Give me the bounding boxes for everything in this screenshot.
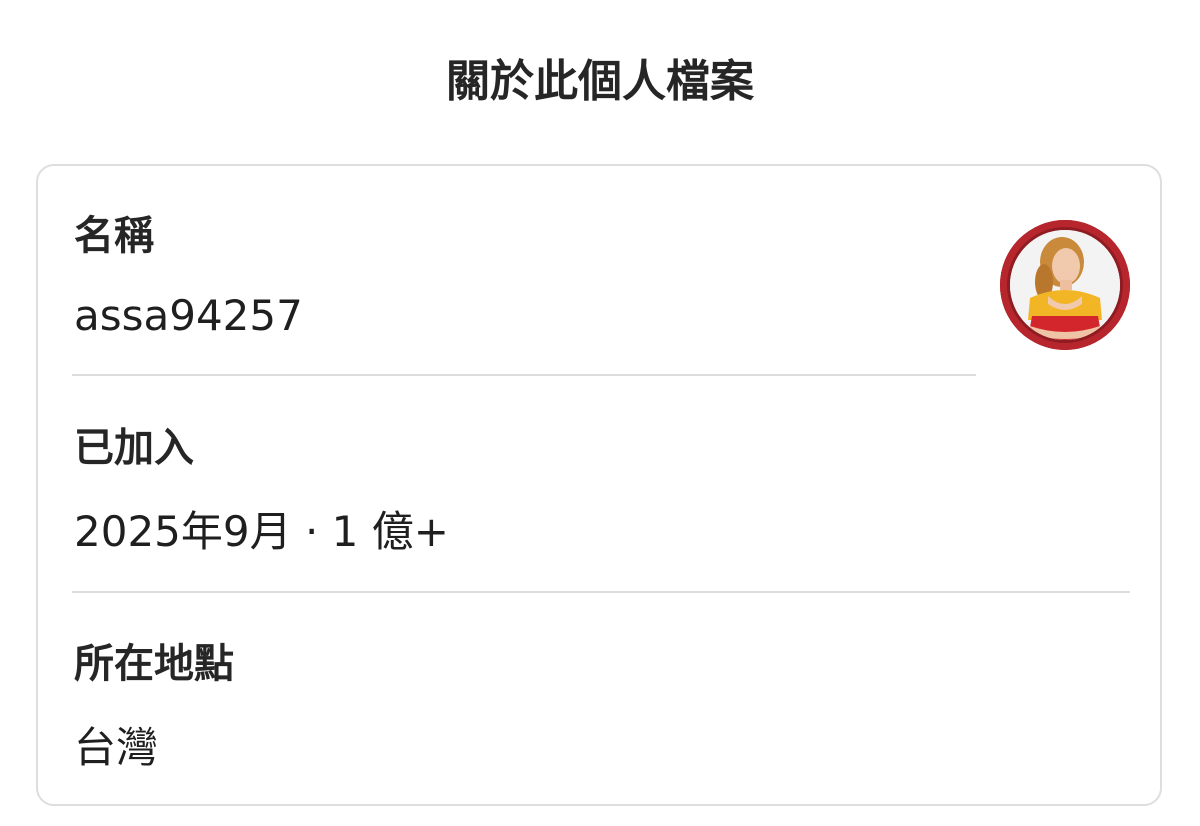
profile-avatar[interactable] <box>1000 220 1130 350</box>
name-value: assa94257 <box>74 291 303 340</box>
divider <box>72 591 1130 593</box>
location-value: 台灣 <box>74 723 159 772</box>
divider <box>72 374 976 376</box>
joined-label: 已加入 <box>74 425 194 471</box>
profile-info-card: 名稱 assa94257 已加入 2025年9月 · 1 億+ 所在地點 台灣 <box>36 164 1162 806</box>
page-title: 關於此個人檔案 <box>446 56 754 107</box>
joined-value: 2025年9月 · 1 億+ <box>74 507 449 556</box>
location-label: 所在地點 <box>74 641 234 687</box>
avatar-person-icon <box>1010 230 1120 340</box>
name-label: 名稱 <box>74 213 154 259</box>
